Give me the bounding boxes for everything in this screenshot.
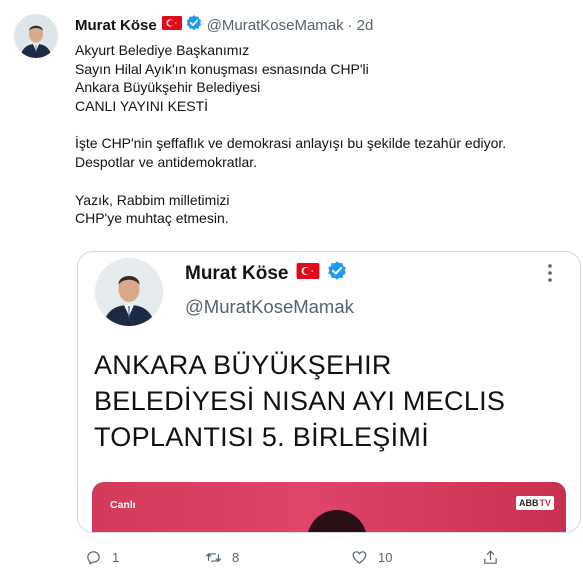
verified-badge-icon xyxy=(185,14,203,36)
author-photo xyxy=(14,14,58,58)
quoted-author-name[interactable]: Murat Köse xyxy=(185,263,288,285)
quoted-author-line: Murat Köse xyxy=(185,260,348,288)
tweet-text-blank-line xyxy=(75,116,565,135)
tweet-text-line: Sayın Hilal Ayık'ın konuşması esnasında … xyxy=(75,60,369,77)
tweet-header: Murat Köse @MuratKoseMamak · 2d xyxy=(75,15,373,35)
quoted-tweet-title: ANKARA BÜYÜKŞEHIR BELEDİYESİ NISAN AYI M… xyxy=(94,347,564,455)
tweet-text-blank-line xyxy=(75,172,565,191)
tweet-text-line: CANLI YAYINI KESTİ xyxy=(75,98,209,115)
author-handle[interactable]: @MuratKoseMamak xyxy=(207,17,344,34)
author-name[interactable]: Murat Köse xyxy=(75,17,157,34)
like-button[interactable]: 10 xyxy=(351,547,392,567)
verified-badge-icon xyxy=(326,260,348,288)
tweet-text-line: Yazık, Rabbim milletimizi xyxy=(75,191,230,208)
quoted-title-line: TOPLANTISI 5. BİRLEŞİMİ xyxy=(94,422,429,452)
logo-text: ABB xyxy=(518,498,539,508)
retweet-count: 8 xyxy=(232,549,240,565)
abb-tv-logo: ABB TV xyxy=(515,496,554,510)
like-count: 10 xyxy=(378,549,393,565)
reply-count: 1 xyxy=(112,549,120,565)
quoted-author-avatar[interactable] xyxy=(95,258,163,326)
quoted-author-handle[interactable]: @MuratKoseMamak xyxy=(185,296,354,318)
separator-dot: · xyxy=(347,16,353,34)
tweet-text-line: Akyurt Belediye Başkanımız xyxy=(75,42,250,58)
video-person-silhouette xyxy=(307,510,367,532)
tweet-text-line: Despotlar ve antidemokratlar. xyxy=(75,154,258,171)
quoted-author-photo xyxy=(95,258,163,326)
video-thumbnail[interactable]: Canlı ABB TV xyxy=(92,482,566,532)
share-button[interactable] xyxy=(482,547,509,567)
heart-icon xyxy=(351,549,368,566)
logo-suffix: TV xyxy=(539,498,551,508)
tweet-text-line: İşte CHP'nin şeffaflık ve demokrasi anla… xyxy=(75,135,507,152)
retweet-button[interactable]: 8 xyxy=(205,547,239,567)
reply-button[interactable]: 1 xyxy=(85,547,119,567)
quoted-title-line: BELEDİYESİ NISAN AYI MECLIS xyxy=(94,386,506,416)
tweet[interactable]: Murat Köse @MuratKoseMamak · 2d Akyurt B… xyxy=(0,0,583,587)
quoted-tweet-card[interactable]: Murat Köse @MuratKoseMamak ANKARA BÜYÜKŞ… xyxy=(77,251,581,533)
more-vertical-icon[interactable] xyxy=(542,262,558,284)
turkey-flag-icon xyxy=(296,263,320,285)
quoted-title-line: ANKARA BÜYÜKŞEHIR xyxy=(94,350,392,380)
reply-icon xyxy=(85,549,102,566)
share-icon xyxy=(482,549,499,566)
tweet-text-line: Ankara Büyükşehir Belediyesi xyxy=(75,79,261,96)
tweet-text: Akyurt Belediye Başkanımız Sayın Hilal A… xyxy=(75,41,565,228)
tweet-timestamp[interactable]: 2d xyxy=(357,17,374,34)
author-avatar[interactable] xyxy=(14,14,58,58)
turkey-flag-icon xyxy=(161,16,182,34)
retweet-icon xyxy=(205,549,222,566)
tweet-text-line: CHP'ye muhtaç etmesin. xyxy=(75,210,229,227)
live-label: Canlı xyxy=(110,499,136,511)
